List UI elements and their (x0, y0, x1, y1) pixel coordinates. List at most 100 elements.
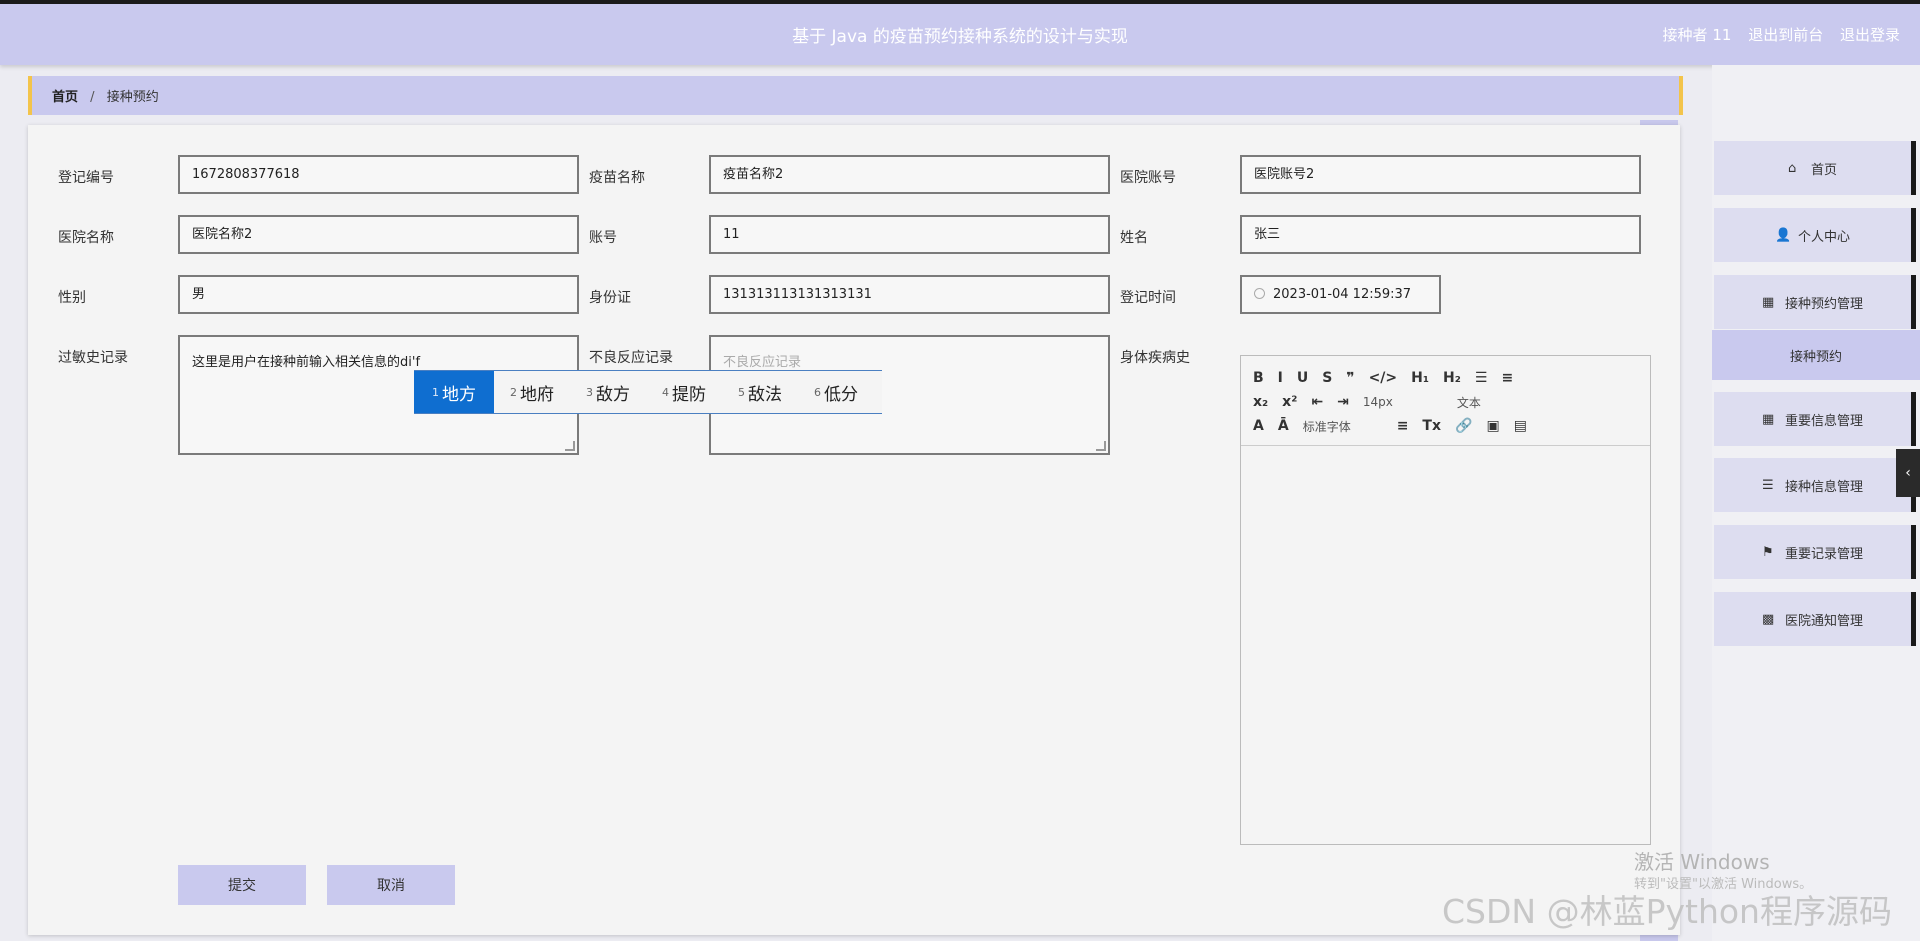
sidebar-item[interactable]: ▦ 重要信息管理 (1714, 392, 1916, 446)
sidebar-item[interactable]: ⚑ 重要记录管理 (1714, 525, 1916, 579)
home-icon: ⌂ (1787, 160, 1797, 176)
sidebar-item[interactable]: 👤 个人中心 (1714, 208, 1916, 262)
hospital-account-input[interactable]: 医院账号2 (1240, 155, 1641, 194)
user-icon: 👤 (1774, 227, 1792, 243)
rich-text-editor[interactable]: B I U S ❞ </> H₁ H₂ ☰ ≡ x₂ x² ⇤ ⇥ 14px 文本 AĀ 标准字体 ≡ T… (1240, 355, 1651, 845)
editor-tool-r3b-2-icon[interactable]: 🔗 (1455, 418, 1472, 434)
editor-toolbar-row-1: B I U S ❞ </> H₁ H₂ ☰ ≡ (1253, 366, 1638, 390)
sidebar-item-label: 重要信息管理 (1784, 413, 1863, 429)
disease-label: 身体疾病史 (1120, 350, 1190, 366)
sidebar-item[interactable]: 接种预约 (1712, 330, 1920, 380)
front-link[interactable]: 退出到前台 (1748, 26, 1823, 44)
reg-time-input[interactable]: 2023-01-04 12:59:37 (1240, 275, 1441, 314)
breadcrumb-home[interactable]: 首页 (52, 90, 78, 105)
top-header: 基于 Java 的疫苗预约接种系统的设计与实现 接种者 11 退出到前台 退出登… (0, 0, 1920, 65)
ime-candidate-text: 地方 (442, 384, 476, 405)
editor-tool-r3-0-icon[interactable]: A (1253, 418, 1264, 434)
sidebar-item[interactable]: ▩ 医院通知管理 (1714, 592, 1916, 646)
sidebar-item-label: 接种信息管理 (1784, 479, 1863, 495)
flag-icon: ⚑ (1761, 544, 1774, 560)
editor-tool-r1-7-icon[interactable]: H₂ (1443, 370, 1461, 386)
allergy-label: 过敏史记录 (58, 350, 128, 366)
name-input[interactable]: 张三 (1240, 215, 1641, 254)
editor-toolbar: B I U S ❞ </> H₁ H₂ ☰ ≡ x₂ x² ⇤ ⇥ 14px 文本 AĀ 标准字体 ≡ T… (1241, 356, 1650, 446)
editor-toolbar-row-3: AĀ 标准字体 ≡ Tx 🔗 ▣ ▤ (1253, 414, 1638, 438)
ime-candidate[interactable]: 2 地府 (494, 371, 570, 413)
submit-button[interactable]: 提交 (178, 865, 306, 905)
name-label: 姓名 (1120, 230, 1148, 246)
breadcrumb-separator: / (90, 90, 95, 105)
editor-tool-r3b-1-icon[interactable]: Tx (1422, 418, 1441, 434)
hospital-name-input[interactable]: 医院名称2 (178, 215, 579, 254)
breadcrumb-current: 接种预约 (106, 90, 159, 105)
hospital-name-label: 医院名称 (58, 230, 114, 246)
ime-candidate[interactable]: 3 敌方 (570, 371, 646, 413)
editor-tool-r1-3-icon[interactable]: S (1322, 370, 1332, 386)
editor-tool-r2-2-icon[interactable]: ⇤ (1311, 394, 1323, 410)
font-family-select[interactable]: 标准字体 (1303, 418, 1383, 435)
ime-candidate-number: 4 (662, 385, 669, 399)
cancel-button[interactable]: 取消 (327, 865, 455, 905)
account-label: 账号 (589, 230, 617, 246)
gender-label: 性别 (58, 290, 86, 306)
list-icon: ☰ (1761, 477, 1774, 493)
sidebar-item-label: 接种预约 (1789, 349, 1842, 365)
sidebar-item[interactable]: ⌂ 首页 (1714, 141, 1916, 195)
account-input[interactable]: 11 (709, 215, 1110, 254)
vaccine-name-label: 疫苗名称 (589, 170, 645, 186)
editor-tool-r1-5-icon[interactable]: </> (1369, 370, 1398, 386)
reg-no-input[interactable]: 1672808377618 (178, 155, 579, 194)
ime-candidate-bar: 1 地方 2 地府 3 敌方 4 提防 5 敌法 6 低分 (414, 370, 882, 414)
vaccine-name-input[interactable]: 疫苗名称2 (709, 155, 1110, 194)
editor-tool-r2-0-icon[interactable]: x₂ (1253, 394, 1268, 410)
editor-tool-r1-2-icon[interactable]: U (1297, 370, 1308, 386)
gender-input[interactable]: 男 (178, 275, 579, 314)
editor-tool-r1-8-icon[interactable]: ☰ (1475, 370, 1488, 386)
sidebar-item[interactable]: ☰ 接种信息管理 (1714, 458, 1916, 512)
editor-row2-buttons: x₂ x² ⇤ ⇥ (1253, 394, 1349, 410)
ime-candidate[interactable]: 4 提防 (646, 371, 722, 413)
csdn-watermark: CSDN @林蓝Python程序源码 (1442, 892, 1892, 931)
editor-tool-r3-1-icon[interactable]: Ā (1278, 418, 1289, 434)
resize-handle-icon[interactable] (565, 441, 575, 451)
adverse-label: 不良反应记录 (589, 350, 673, 366)
ime-candidate-text: 地府 (520, 384, 554, 405)
sidebar-item-label: 医院通知管理 (1784, 613, 1863, 629)
text-type-select[interactable]: 文本 (1457, 394, 1537, 411)
reg-time-value: 2023-01-04 12:59:37 (1273, 287, 1412, 302)
editor-tool-r3b-4-icon[interactable]: ▤ (1514, 418, 1527, 434)
sidebar-collapse-button[interactable]: ‹ (1896, 449, 1920, 497)
sidebar-item-label: 重要记录管理 (1784, 546, 1863, 562)
ime-candidate-number: 5 (738, 385, 745, 399)
ime-candidate-number: 3 (586, 385, 593, 399)
editor-tool-r2-1-icon[interactable]: x² (1282, 394, 1297, 410)
ime-candidate[interactable]: 1 地方 (414, 371, 494, 413)
sidebar-item[interactable]: ▦ 接种预约管理 (1714, 275, 1916, 329)
windows-activation-title: 激活 Windows (1634, 850, 1770, 874)
font-size-select[interactable]: 14px (1363, 395, 1443, 409)
ime-candidate-number: 2 (510, 385, 517, 399)
current-user: 接种者 11 (1662, 26, 1732, 44)
sidebar-item-label: 首页 (1810, 162, 1837, 178)
editor-tool-r1-0-icon[interactable]: B (1253, 370, 1264, 386)
clock-icon (1254, 288, 1265, 299)
ime-candidate[interactable]: 6 低分 (798, 371, 874, 413)
logout-link[interactable]: 退出登录 (1840, 26, 1900, 44)
editor-tool-r1-6-icon[interactable]: H₁ (1411, 370, 1429, 386)
editor-tool-r3b-3-icon[interactable]: ▣ (1486, 418, 1499, 434)
header-user-area: 接种者 11 退出到前台 退出登录 (1651, 24, 1900, 45)
ime-candidate-number: 1 (432, 385, 439, 399)
grid-icon: ▦ (1761, 294, 1775, 310)
apps-icon: ▩ (1761, 611, 1775, 627)
editor-tool-r2-3-icon[interactable]: ⇥ (1337, 394, 1349, 410)
editor-tool-r1-1-icon[interactable]: I (1278, 370, 1283, 386)
resize-handle-icon[interactable] (1096, 441, 1106, 451)
editor-tool-r1-4-icon[interactable]: ❞ (1346, 370, 1354, 386)
hospital-account-label: 医院账号 (1120, 170, 1176, 186)
sidebar-item-label: 接种预约管理 (1784, 296, 1863, 312)
ime-candidate[interactable]: 5 敌法 (722, 371, 798, 413)
allergy-text: 这里是用户在接种前输入相关信息的di'f (192, 355, 421, 370)
id-card-input[interactable]: 131313113131313131 (709, 275, 1110, 314)
editor-tool-r1-9-icon[interactable]: ≡ (1501, 370, 1513, 386)
editor-tool-r3b-0-icon[interactable]: ≡ (1397, 418, 1409, 434)
